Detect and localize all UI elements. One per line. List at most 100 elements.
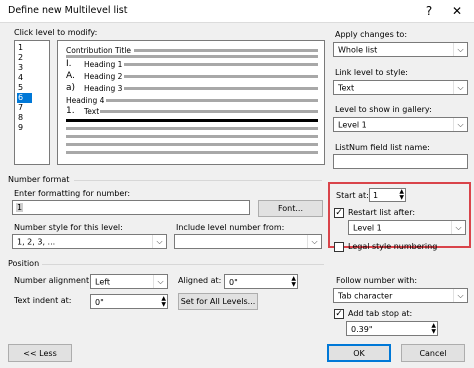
- level-show-dropdown[interactable]: Level 1 ⌵: [333, 117, 468, 132]
- list-item[interactable]: 9: [17, 123, 32, 133]
- chevron-down-icon: ⌵: [453, 81, 467, 94]
- preview-bar: [100, 110, 318, 113]
- preview-bar-dark: [66, 119, 318, 122]
- list-item[interactable]: 7: [17, 103, 32, 113]
- number-format-input[interactable]: 1: [12, 200, 250, 215]
- chevron-down-icon: ⌵: [453, 289, 467, 302]
- chevron-down-icon: ⌵: [307, 235, 321, 248]
- help-button[interactable]: ?: [420, 3, 438, 19]
- window-title: Define new Multilevel list: [8, 5, 128, 16]
- start-at-value: 1: [373, 191, 379, 200]
- listnum-label: ListNum field list name:: [335, 143, 430, 152]
- list-item[interactable]: 3: [17, 63, 32, 73]
- number-alignment-value: Left: [95, 277, 111, 286]
- text-indent-label: Text indent at:: [14, 296, 72, 305]
- chevron-down-icon: ⌵: [453, 118, 467, 131]
- link-level-dropdown[interactable]: Text ⌵: [333, 80, 468, 95]
- cancel-button[interactable]: Cancel: [401, 344, 465, 362]
- preview-prefix-3: a): [66, 83, 76, 93]
- aligned-at-label: Aligned at:: [178, 276, 222, 285]
- preview-bar: [66, 143, 318, 146]
- list-item[interactable]: 4: [17, 73, 32, 83]
- link-level-value: Text: [338, 83, 355, 92]
- preview-prefix-1: I.: [66, 59, 72, 69]
- less-button[interactable]: << Less: [8, 344, 72, 362]
- preview-line-5: Text: [84, 107, 100, 116]
- follow-number-label: Follow number with:: [336, 276, 418, 285]
- section-divider: [42, 264, 324, 265]
- level-list[interactable]: 1 2 3 4 5 6 7 8 9: [14, 40, 50, 165]
- chevron-down-icon: ⌵: [153, 275, 167, 288]
- start-at-label: Start at:: [336, 191, 369, 200]
- add-tab-checkbox[interactable]: ✓: [334, 309, 344, 319]
- add-tab-spinner[interactable]: 0.39" ▲ ▼: [346, 321, 438, 336]
- list-item[interactable]: 5: [17, 83, 32, 93]
- text-indent-value: 0": [95, 298, 104, 307]
- list-item[interactable]: 1: [17, 43, 32, 53]
- position-section-title: Position: [8, 259, 40, 268]
- preview-line-3: Heading 3: [84, 84, 123, 93]
- text-indent-spinner[interactable]: 0" ▲ ▼: [90, 294, 168, 309]
- section-divider: [74, 180, 322, 181]
- spin-down-icon[interactable]: ▼: [431, 329, 436, 335]
- preview-bar: [124, 75, 318, 78]
- preview-prefix-5: 1.: [66, 106, 75, 116]
- number-format-section-title: Number format: [8, 175, 70, 184]
- close-button[interactable]: ✕: [448, 3, 466, 19]
- add-tab-value: 0.39": [351, 325, 373, 334]
- aligned-at-spinner[interactable]: 0" ▲ ▼: [224, 274, 298, 289]
- level-list-label: Click level to modify:: [14, 28, 98, 37]
- spin-down-icon[interactable]: ▼: [291, 282, 296, 288]
- listnum-input[interactable]: [333, 154, 468, 169]
- preview-line-2: Heading 2: [84, 72, 123, 81]
- preview-bar: [66, 151, 318, 154]
- number-format-value: 1: [16, 203, 24, 212]
- preview-bar: [124, 87, 318, 90]
- spin-down-icon[interactable]: ▼: [161, 302, 166, 308]
- preview-prefix-2: A.: [66, 71, 75, 81]
- number-style-label: Number style for this level:: [14, 223, 123, 232]
- chevron-down-icon: ⌵: [453, 43, 467, 56]
- preview-bar: [66, 55, 318, 58]
- spin-down-icon[interactable]: ▼: [399, 195, 404, 201]
- legal-style-checkbox[interactable]: [334, 242, 344, 252]
- restart-checkbox[interactable]: ✓: [334, 208, 344, 218]
- start-at-spinner[interactable]: 1 ▲ ▼: [369, 188, 406, 202]
- number-alignment-dropdown[interactable]: Left ⌵: [90, 274, 168, 289]
- add-tab-label: Add tab stop at:: [348, 309, 413, 318]
- level-show-value: Level 1: [338, 120, 367, 129]
- number-style-value: 1, 2, 3, ...: [17, 237, 56, 246]
- font-button[interactable]: Font...: [258, 200, 323, 217]
- restart-value: Level 1: [353, 223, 382, 232]
- include-level-dropdown[interactable]: ⌵: [174, 234, 322, 249]
- level-show-label: Level to show in gallery:: [335, 105, 432, 114]
- apply-changes-dropdown[interactable]: Whole list ⌵: [333, 42, 468, 57]
- ok-button[interactable]: OK: [327, 344, 391, 362]
- list-item-selected[interactable]: 6: [17, 93, 32, 103]
- preview-line-0: Contribution Title: [66, 46, 132, 55]
- chevron-down-icon: ⌵: [451, 221, 465, 234]
- preview-line-1: Heading 1: [84, 60, 123, 69]
- preview-bar: [66, 135, 318, 138]
- apply-changes-label: Apply changes to:: [335, 30, 408, 39]
- link-level-label: Link level to style:: [335, 68, 408, 77]
- apply-changes-value: Whole list: [338, 45, 378, 54]
- preview-line-4: Heading 4: [66, 96, 105, 105]
- set-all-levels-button[interactable]: Set for All Levels...: [178, 293, 258, 310]
- restart-label: Restart list after:: [348, 208, 416, 217]
- number-style-dropdown[interactable]: 1, 2, 3, ... ⌵: [12, 234, 167, 249]
- preview-bar: [106, 99, 318, 102]
- chevron-down-icon: ⌵: [152, 235, 166, 248]
- preview-pane: Contribution Title I. Heading 1 A. Headi…: [57, 40, 325, 165]
- aligned-at-value: 0": [229, 278, 238, 287]
- preview-bar: [134, 49, 318, 52]
- restart-dropdown[interactable]: Level 1 ⌵: [348, 220, 466, 235]
- enter-formatting-label: Enter formatting for number:: [14, 189, 131, 198]
- follow-number-dropdown[interactable]: Tab character ⌵: [333, 288, 468, 303]
- list-item[interactable]: 2: [17, 53, 32, 63]
- list-item[interactable]: 8: [17, 113, 32, 123]
- preview-bar: [124, 63, 318, 66]
- include-level-label: Include level number from:: [176, 223, 285, 232]
- follow-number-value: Tab character: [338, 291, 393, 300]
- legal-style-label: Legal style numbering: [348, 242, 438, 251]
